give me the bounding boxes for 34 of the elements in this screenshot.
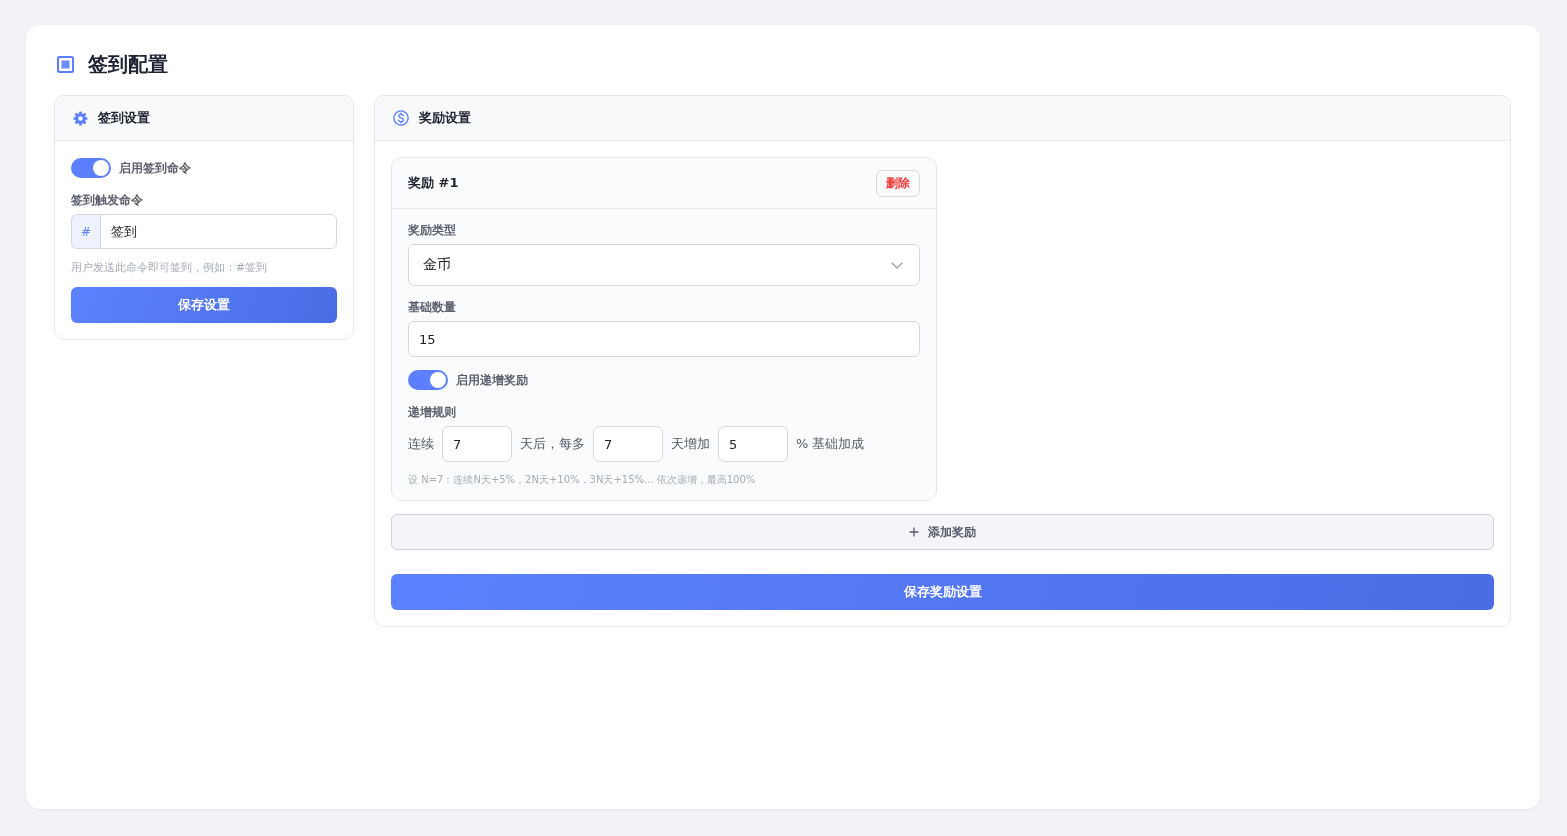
field-label: 基础数量 (408, 299, 457, 315)
reward-type-select[interactable]: 金币 (408, 244, 920, 286)
hint-text: 设 N=7：连续N天+5%，2N天+10%，3N天+15%... 依次递增，最高100% (408, 473, 757, 486)
rule-text: 天后，每多 (520, 435, 585, 453)
field-label: 奖励类型 (408, 222, 457, 238)
page-title: 签到配置 (88, 52, 168, 76)
field-label: 递增规则 (408, 404, 457, 420)
rule-text: 连续 (408, 435, 434, 453)
rule-text: 天增加 (671, 435, 710, 453)
panel-title: 签到设置 (98, 110, 150, 126)
field-label: 签到触发命令 (71, 192, 144, 208)
rule-input[interactable]: 5 (718, 426, 788, 462)
hint-text: 用户发送此命令即可签到，例如：#签到 (71, 261, 269, 275)
save-button[interactable]: 保存设置 (71, 287, 337, 323)
chevron-down-icon (891, 261, 903, 269)
reward-title: 奖励 #1 (408, 174, 459, 192)
toggle-label: 启用签到命令 (119, 160, 191, 176)
add-reward-button[interactable]: 添加奖励 (391, 514, 1494, 550)
toggle-label: 启用递增奖励 (456, 372, 528, 388)
panel-title: 奖励设置 (419, 110, 471, 126)
input-prefix: # (71, 214, 100, 249)
toggle-switch[interactable] (408, 370, 448, 390)
square-icon (57, 55, 74, 73)
command-input[interactable]: 签到 (100, 214, 337, 249)
delete-button[interactable]: 删除 (876, 169, 920, 197)
dollar-icon (393, 110, 409, 126)
plus-icon (909, 527, 919, 537)
amount-input[interactable]: 15 (408, 321, 920, 357)
save-button[interactable]: 保存奖励设置 (391, 574, 1494, 610)
toggle-switch[interactable] (71, 158, 111, 178)
rule-input[interactable]: 7 (442, 426, 512, 462)
rule-text: % 基础加成 (796, 435, 865, 453)
rule-input[interactable]: 7 (593, 426, 663, 462)
settings-icon (73, 110, 88, 126)
